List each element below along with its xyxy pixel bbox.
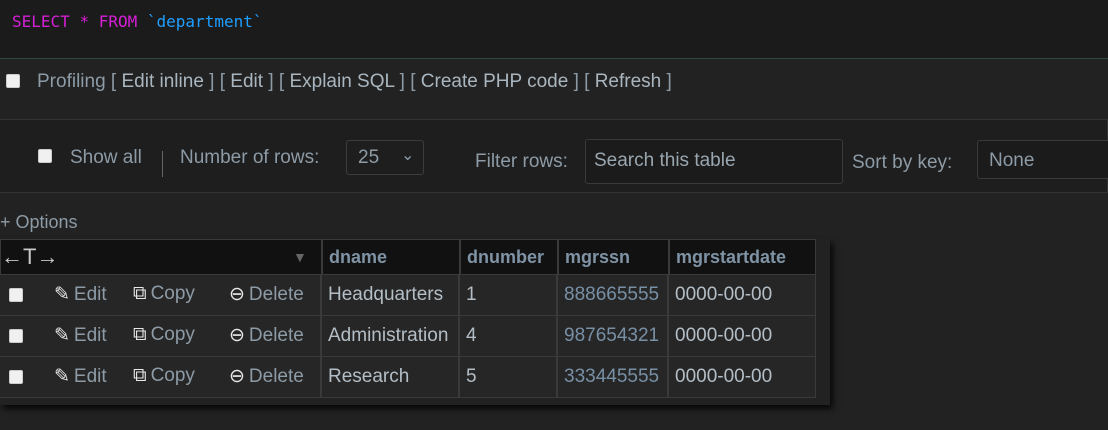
minus-circle-icon: ⊖: [229, 325, 245, 346]
profiling-label: Profiling: [37, 71, 106, 92]
column-arrows-icon[interactable]: ←T→: [1, 244, 58, 270]
show-all-label: Show all: [70, 147, 142, 168]
edit-button[interactable]: ✎ Edit: [54, 324, 107, 347]
edit-inline-link[interactable]: Edit inline: [122, 71, 204, 92]
table-row: ✎ Edit ⧉ Copy ⊖ Delete Research 5 333445555…: [0, 357, 816, 398]
query-links: Profiling [ Edit inline ] [ Edit ] [ Exp…: [37, 71, 672, 92]
copy-button[interactable]: ⧉ Copy: [133, 365, 195, 387]
sort-by-key-label: Sort by key:: [852, 152, 953, 173]
filter-rows-label: Filter rows:: [475, 151, 568, 172]
column-header-dname[interactable]: dname: [321, 240, 459, 276]
explain-sql-link[interactable]: Explain SQL: [289, 71, 394, 92]
sql-query: SELECT * FROM `department`: [12, 12, 262, 31]
copy-icon: ⧉: [133, 324, 147, 345]
cell-dnumber[interactable]: 1: [458, 275, 556, 316]
minus-circle-icon: ⊖: [229, 284, 245, 305]
cell-mgrssn[interactable]: 987654321: [556, 316, 667, 357]
cell-dnumber[interactable]: 5: [458, 357, 556, 398]
triangle-down-icon[interactable]: ▼: [293, 249, 307, 265]
copy-icon: ⧉: [133, 365, 147, 386]
column-header-dnumber[interactable]: dnumber: [459, 240, 557, 276]
row-checkbox[interactable]: [9, 288, 23, 302]
cell-mgrssn[interactable]: 888665555: [556, 275, 667, 316]
copy-icon: ⧉: [133, 283, 147, 304]
edit-button[interactable]: ✎ Edit: [54, 283, 107, 306]
table-navigation-controls: Show all Number of rows: 25 ⌄ Filter row…: [0, 119, 1108, 193]
sql-select-keyword: SELECT: [12, 12, 70, 31]
cell-mgrssn[interactable]: 333445555: [556, 357, 667, 398]
chevron-down-icon: ⌄: [401, 147, 415, 164]
column-header-mgrstartdate[interactable]: mgrstartdate: [668, 240, 817, 276]
table-row: ✎ Edit ⧉ Copy ⊖ Delete Headquarters 1 88866…: [0, 275, 816, 316]
row-checkbox[interactable]: [9, 370, 23, 384]
cell-dnumber[interactable]: 4: [458, 316, 556, 357]
number-of-rows-label: Number of rows:: [180, 147, 320, 168]
sql-query-box: SELECT * FROM `department`: [0, 0, 1108, 59]
cell-mgrstartdate[interactable]: 0000-00-00: [667, 357, 816, 398]
pencil-icon: ✎: [54, 366, 70, 387]
sort-by-key-select[interactable]: None: [977, 140, 1108, 179]
results-table: ←T→ ▼ dname dnumber mgrssn mgrstartdate …: [0, 239, 830, 405]
row-checkbox[interactable]: [9, 329, 23, 343]
edit-link[interactable]: Edit: [230, 71, 263, 92]
create-php-code-link[interactable]: Create PHP code: [421, 71, 569, 92]
cell-dname[interactable]: Research: [320, 357, 458, 398]
sql-from-keyword: FROM: [98, 12, 138, 31]
delete-button[interactable]: ⊖ Delete: [229, 283, 304, 306]
cell-dname[interactable]: Headquarters: [320, 275, 458, 316]
sql-table-name: `department`: [146, 12, 263, 31]
show-all-checkbox[interactable]: [38, 149, 52, 163]
number-of-rows-value: 25: [358, 147, 380, 168]
copy-button[interactable]: ⧉ Copy: [133, 324, 195, 346]
table-header: ←T→ ▼ dname dnumber mgrssn mgrstartdate: [0, 239, 817, 276]
options-toggle[interactable]: + Options: [0, 212, 78, 233]
edit-button[interactable]: ✎ Edit: [54, 365, 107, 388]
query-links-bar: Profiling [ Edit inline ] [ Edit ] [ Exp…: [0, 60, 1108, 128]
sql-star: *: [79, 12, 90, 31]
minus-circle-icon: ⊖: [229, 366, 245, 387]
filter-rows-input[interactable]: Search this table: [585, 139, 843, 184]
cell-dname[interactable]: Administration: [320, 316, 458, 357]
refresh-link[interactable]: Refresh: [595, 71, 662, 92]
delete-button[interactable]: ⊖ Delete: [229, 365, 304, 388]
cell-mgrstartdate[interactable]: 0000-00-00: [667, 316, 816, 357]
column-header-mgrssn[interactable]: mgrssn: [557, 240, 668, 276]
table-row: ✎ Edit ⧉ Copy ⊖ Delete Administration 4 987…: [0, 316, 816, 357]
copy-button[interactable]: ⧉ Copy: [133, 283, 195, 305]
delete-button[interactable]: ⊖ Delete: [229, 324, 304, 347]
pencil-icon: ✎: [54, 284, 70, 305]
pencil-icon: ✎: [54, 325, 70, 346]
cell-mgrstartdate[interactable]: 0000-00-00: [667, 275, 816, 316]
divider: [162, 151, 163, 177]
profiling-checkbox[interactable]: [6, 74, 20, 88]
number-of-rows-select[interactable]: 25 ⌄: [346, 140, 424, 175]
